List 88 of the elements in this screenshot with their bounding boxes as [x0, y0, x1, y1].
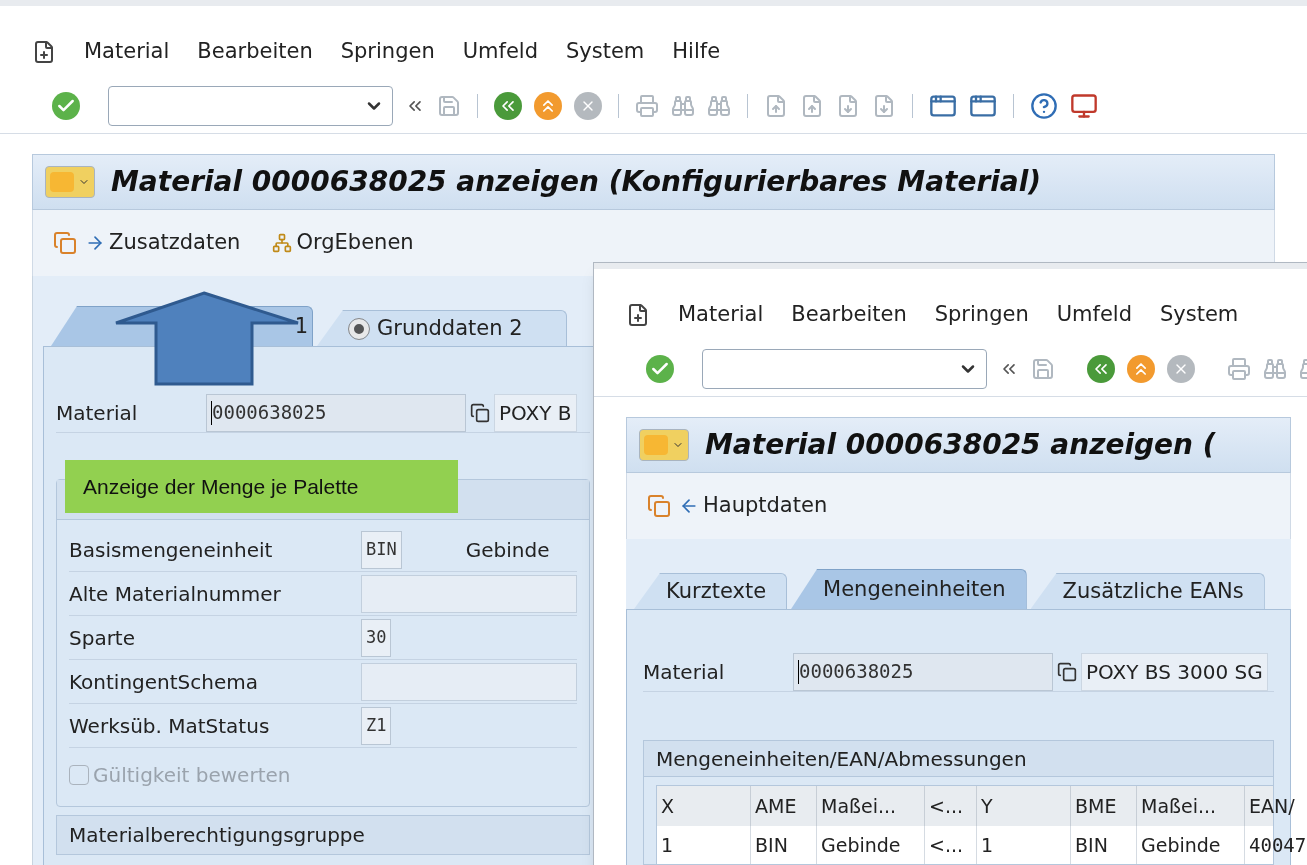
print-icon[interactable] [1227, 356, 1251, 381]
window-title: Material 0000638025 anzeigen (Konfigurierbares Material) [111, 164, 1042, 200]
window-title: Material 0000638025 anzeigen ( [705, 427, 1216, 463]
tab[interactable]: Mengeneinheiten [791, 569, 1027, 609]
material-field[interactable]: 0000638025 [793, 652, 1053, 691]
enter-icon[interactable] [52, 91, 80, 120]
table-cell: Gebinde [1137, 826, 1245, 864]
next-page-icon[interactable] [836, 93, 860, 118]
toolbar-button[interactable]: Zusatzdaten [85, 227, 241, 259]
description-field: POXY BS 3000 SG [1081, 652, 1268, 691]
search-next-icon[interactable] [707, 93, 731, 118]
cancel-icon[interactable] [1167, 354, 1195, 383]
column-header[interactable]: Maßei... [1137, 786, 1245, 826]
menu-item[interactable]: Umfeld [1056, 299, 1132, 331]
toolbar-button[interactable]: Hauptdaten [679, 490, 828, 522]
back-icon[interactable] [1087, 354, 1115, 383]
column-header[interactable]: Maßei... [817, 786, 925, 826]
back-icon[interactable] [494, 91, 522, 120]
column-header[interactable]: X [657, 786, 751, 826]
menu-item[interactable]: System [1160, 299, 1239, 331]
other-view-icon[interactable] [647, 494, 671, 518]
search-icon[interactable] [671, 93, 695, 118]
menu-item[interactable]: Hilfe [672, 36, 721, 68]
menu-item[interactable]: Bearbeiten [197, 36, 313, 68]
exit-icon[interactable] [534, 91, 562, 120]
field-label: Basismengeneinheit [69, 536, 274, 564]
field-label: Alte Materialnummer [69, 580, 282, 608]
input-field[interactable] [361, 662, 577, 701]
table-cell: 1 [657, 826, 751, 864]
save-icon[interactable] [1031, 356, 1055, 381]
field-label: Material [643, 658, 726, 686]
menu-item[interactable]: Springen [340, 36, 435, 68]
input-field[interactable] [361, 574, 577, 613]
screen-menu-button[interactable] [639, 429, 689, 461]
material-field[interactable]: 0000638025 [206, 393, 466, 432]
other-view-icon[interactable] [53, 231, 77, 255]
tab[interactable]: Zusätzliche EANs [1030, 573, 1265, 609]
column-header[interactable]: EAN/ [1245, 786, 1307, 826]
copy-icon[interactable] [1057, 661, 1077, 682]
menu-item[interactable]: Material [84, 36, 170, 68]
input-field[interactable]: 30 [361, 618, 392, 657]
exit-icon[interactable] [1127, 354, 1155, 383]
menu-icon[interactable] [626, 303, 650, 327]
toolbar-button[interactable]: OrgEbenen [272, 227, 414, 259]
last-page-icon[interactable] [872, 93, 896, 118]
description-field: POXY B [494, 393, 577, 432]
column-header[interactable]: <... [925, 786, 977, 826]
input-field[interactable]: Z1 [361, 706, 392, 745]
group-title: Materialberechtigungsgruppe [69, 822, 365, 849]
enter-icon[interactable] [646, 354, 674, 383]
group-title: Mengeneinheiten/EAN/Abmessungen [656, 745, 1027, 773]
column-header[interactable]: BME [1071, 786, 1137, 826]
field-label: KontingentSchema [69, 668, 260, 696]
annotation-label: Anzeige der Menge je Palette [83, 473, 359, 500]
tab[interactable]: Grunddaten 2 [317, 310, 567, 346]
menu-item[interactable]: Bearbeiten [791, 299, 907, 331]
column-header[interactable]: AME [751, 786, 817, 826]
print-icon[interactable] [635, 93, 659, 118]
table-cell: 40047 [1245, 826, 1307, 864]
menu-icon[interactable] [32, 40, 56, 64]
unit-text: Gebinde [465, 536, 550, 564]
menu-item[interactable]: Springen [934, 299, 1029, 331]
copy-icon[interactable] [470, 402, 490, 423]
table-cell: BIN [1071, 826, 1137, 864]
menu-item[interactable]: Umfeld [462, 36, 538, 68]
radio-icon [349, 318, 369, 339]
hierarchy-icon [272, 233, 293, 253]
field-label: Sparte [69, 624, 136, 652]
table-cell: 1 [977, 826, 1071, 864]
previous-page-icon[interactable] [800, 93, 824, 118]
first-page-icon[interactable] [764, 93, 788, 118]
input-field[interactable]: BIN [361, 530, 402, 569]
table-cell: Gebinde [817, 826, 925, 864]
field-label: Werksüb. MatStatus [69, 712, 271, 740]
command-field[interactable] [108, 85, 393, 126]
search-icon[interactable] [1263, 356, 1287, 381]
help-icon[interactable] [1030, 91, 1058, 120]
field-label: Material [56, 399, 139, 427]
tab[interactable]: Kurztexte [634, 573, 788, 609]
save-icon[interactable] [437, 93, 461, 118]
column-header[interactable]: Y [977, 786, 1071, 826]
cancel-icon[interactable] [574, 91, 602, 120]
table-cell: <... [925, 826, 977, 864]
command-field[interactable] [702, 348, 987, 389]
screen-menu-button[interactable] [45, 166, 95, 198]
table-cell: BIN [751, 826, 817, 864]
menu-item[interactable]: System [566, 36, 645, 68]
menu-item[interactable]: Material [678, 299, 764, 331]
